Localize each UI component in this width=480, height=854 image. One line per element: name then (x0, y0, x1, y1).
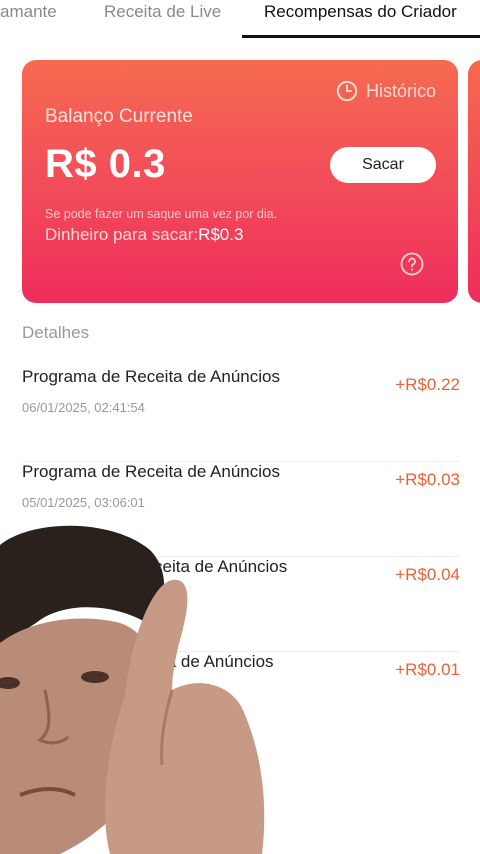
next-card-peek[interactable] (468, 60, 480, 303)
tab-diamante[interactable]: amante (0, 2, 57, 22)
transaction-amount: +R$0.22 (395, 375, 460, 394)
transaction-amount: +R$0.03 (395, 470, 460, 489)
history-label: Histórico (365, 80, 436, 101)
tab-creator-rewards[interactable]: Recompensas do Criador (264, 2, 457, 22)
transaction-row[interactable]: ta de Anúncios +R$0.01 (22, 652, 460, 747)
withdraw-note: Se pode fazer um saque uma vez por dia. (45, 207, 278, 221)
transaction-amount: +R$0.01 (395, 660, 460, 679)
available-label: Dinheiro para sacar: (45, 225, 199, 244)
active-tab-indicator (242, 35, 480, 38)
transaction-title: ceita de Anúncios (154, 557, 288, 576)
transaction-date: 05/01/2025, 03:06:01 (22, 495, 145, 510)
transaction-amount: +R$0.04 (395, 565, 460, 584)
tab-live-revenue[interactable]: Receita de Live (104, 2, 221, 22)
transaction-title: Programa de Receita de Anúncios (22, 462, 280, 481)
transaction-row[interactable]: Programa de Receita de Anúncios 06/01/20… (22, 367, 460, 462)
transaction-row[interactable]: Programa de Receita de Anúncios 05/01/20… (22, 462, 460, 557)
transaction-row[interactable]: ceita de Anúncios +R$0.04 (22, 557, 460, 652)
balance-value: R$ 0.3 (45, 142, 166, 186)
withdraw-button[interactable]: Sacar (330, 147, 436, 183)
details-heading: Detalhes (22, 323, 90, 342)
history-link[interactable]: Histórico (336, 80, 436, 102)
transaction-date: 06/01/2025, 02:41:54 (22, 400, 145, 415)
tab-bar: amante Receita de Live Recompensas do Cr… (0, 0, 480, 38)
clock-icon (336, 80, 358, 102)
help-icon[interactable] (400, 252, 424, 276)
available-to-withdraw: Dinheiro para sacar:R$0.3 (45, 225, 243, 245)
available-value: R$0.3 (198, 225, 244, 244)
transaction-title: ta de Anúncios (162, 652, 274, 671)
balance-label: Balanço Currente (45, 106, 193, 127)
transaction-title: Programa de Receita de Anúncios (22, 367, 280, 386)
balance-card: Histórico Balanço Currente R$ 0.3 Sacar … (22, 60, 458, 303)
